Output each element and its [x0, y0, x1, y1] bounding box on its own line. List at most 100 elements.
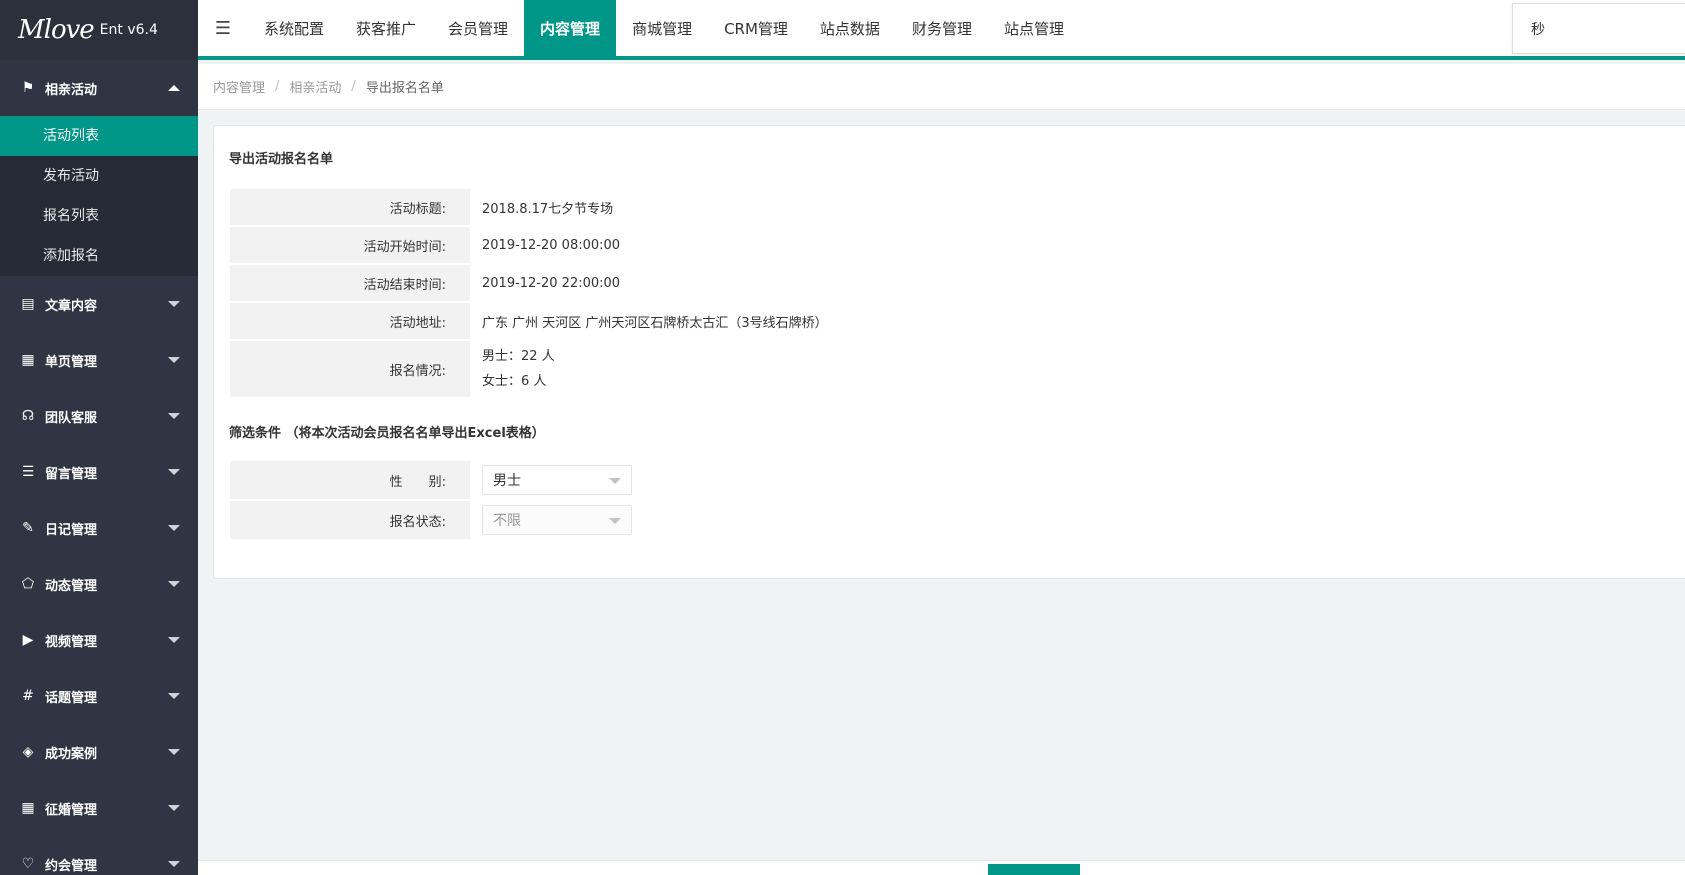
sidebar-group-label: 日记管理 [45, 522, 98, 538]
sidebar-group-matchmaking[interactable]: ▦ 征婚管理 [0, 780, 198, 836]
tab-finance[interactable]: 财务管理 [896, 0, 988, 56]
page-title: 导出活动报名名单 [229, 152, 334, 167]
export-card: 导出活动报名名单 活动标题: 2018.8.17七夕节专场 活动开始时间: 20… [213, 125, 1685, 579]
chevron-down-icon [168, 805, 180, 811]
chevron-down-icon [168, 413, 180, 419]
chevron-down-icon [168, 469, 180, 475]
logo-mark: Mlove [18, 15, 95, 45]
diary-icon: ✎ [22, 520, 34, 536]
signup-stats: 男士：22 人 女士：6 人 [470, 341, 1685, 397]
message-icon: ☰ [21, 464, 35, 480]
gender-select-value: 男士 [493, 473, 521, 489]
field-label: 性 别: [230, 461, 470, 499]
sidebar-group-moments[interactable]: ⬠ 动态管理 [0, 556, 198, 612]
flag-icon: ⚑ [21, 80, 35, 96]
sidebar-group-label: 团队客服 [45, 410, 98, 426]
tab-content[interactable]: 内容管理 [524, 0, 617, 56]
sidebar-group-label: 文章内容 [45, 298, 98, 314]
sidebar-group-pages[interactable]: ▦ 单页管理 [0, 332, 198, 388]
breadcrumb: 内容管理 / 相亲活动 / 导出报名名单 [198, 64, 1685, 110]
sidebar-item-add-signup[interactable]: 添加报名 [0, 236, 198, 276]
submenu: 活动列表 发布活动 报名列表 添加报名 [0, 116, 198, 276]
sidebar-group-label: 征婚管理 [45, 802, 98, 818]
chevron-down-icon [168, 525, 180, 531]
logo[interactable]: Mlove Ent v6.4 [0, 0, 198, 60]
sidebar-item-publish-activity[interactable]: 发布活动 [0, 156, 198, 196]
sidebar-group-label: 视频管理 [45, 634, 98, 650]
sidebar-group-diary[interactable]: ✎ 日记管理 [0, 500, 198, 556]
tab-site-data[interactable]: 站点数据 [804, 0, 896, 56]
field-label: 报名状态: [230, 501, 470, 539]
chevron-down-icon [168, 301, 180, 307]
chevron-down-icon [168, 749, 180, 755]
tab-site-management[interactable]: 站点管理 [988, 0, 1080, 56]
table-row: 报名情况: 男士：22 人 女士：6 人 [230, 341, 1685, 397]
filter-table: 性 别: 男士 报名状态: 不限 [230, 461, 1685, 541]
chevron-down-icon [609, 478, 621, 484]
tab-crm[interactable]: CRM管理 [708, 0, 804, 56]
tab-shop[interactable]: 商城管理 [616, 0, 708, 56]
activity-info-table: 活动标题: 2018.8.17七夕节专场 活动开始时间: 2019-12-20 … [230, 189, 1685, 399]
chevron-down-icon [168, 357, 180, 363]
status-select[interactable]: 不限 [482, 505, 632, 535]
sidebar-group-dates[interactable]: ♡ 约会管理 [0, 836, 198, 875]
sidebar-group-support[interactable]: ☊ 团队客服 [0, 388, 198, 444]
female-count: 女士：6 人 [482, 374, 547, 389]
table-row: 活动结束时间: 2019-12-20 22:00:00 [230, 265, 1685, 301]
field-value: 不限 [470, 501, 1685, 539]
sidebar-group-cases[interactable]: ◈ 成功案例 [0, 724, 198, 780]
tab-promotion[interactable]: 获客推广 [340, 0, 432, 56]
sidebar-group-label: 话题管理 [45, 690, 98, 706]
table-row: 活动地址: 广东 广州 天河区 广州天河区石牌桥太古汇（3号线石牌桥） [230, 303, 1685, 339]
status-select-value: 不限 [493, 513, 521, 529]
sidebar-group-label: 相亲活动 [45, 82, 98, 98]
sidebar-group-video[interactable]: ▶ 视频管理 [0, 612, 198, 668]
sidebar-group-articles[interactable]: ▤ 文章内容 [0, 276, 198, 332]
breadcrumb-item[interactable]: 内容管理 [213, 77, 265, 96]
sidebar-item-signup-list[interactable]: 报名列表 [0, 196, 198, 236]
tab-members[interactable]: 会员管理 [432, 0, 524, 56]
sidebar: Mlove Ent v6.4 ⚑ 相亲活动 活动列表 发布活动 报名列表 添加报… [0, 0, 198, 875]
chevron-down-icon [168, 861, 180, 867]
headset-icon: ☊ [21, 408, 35, 424]
chevron-down-icon [168, 581, 180, 587]
document-icon: ▤ [21, 296, 35, 312]
sidebar-group-label: 留言管理 [45, 466, 98, 482]
breadcrumb-separator: / [275, 79, 280, 94]
field-label: 活动标题: [230, 189, 470, 225]
table-row: 报名状态: 不限 [230, 501, 1685, 539]
moment-icon: ⬠ [21, 576, 35, 592]
field-value: 广东 广州 天河区 广州天河区石牌桥太古汇（3号线石牌桥） [482, 315, 828, 331]
table-row: 活动标题: 2018.8.17七夕节专场 [230, 189, 1685, 225]
hash-icon: # [22, 688, 34, 704]
sidebar-group-label: 单页管理 [45, 354, 98, 370]
male-count: 男士：22 人 [482, 349, 555, 364]
chevron-down-icon [609, 518, 621, 524]
sidebar-group-label: 成功案例 [45, 746, 98, 762]
tab-system-config[interactable]: 系统配置 [248, 0, 340, 56]
breadcrumb-current: 导出报名名单 [365, 81, 444, 96]
field-label: 活动结束时间: [230, 265, 470, 301]
top-search-input[interactable]: 秒 [1512, 3, 1685, 54]
field-label: 报名情况: [230, 341, 470, 397]
footer-bar [198, 860, 1685, 875]
sidebar-item-activity-list[interactable]: 活动列表 [0, 116, 198, 156]
sidebar-group-label: 动态管理 [45, 578, 98, 594]
sidebar-group-topics[interactable]: # 话题管理 [0, 668, 198, 724]
field-value: 男士 [470, 461, 1685, 499]
chevron-up-icon [168, 85, 180, 91]
sidebar-fold-icon[interactable]: ☰ [198, 0, 248, 56]
grid-icon: ▦ [21, 800, 35, 816]
filter-title: 筛选条件 （将本次活动会员报名名单导出Excel表格） [229, 426, 545, 441]
field-value: 2019-12-20 22:00:00 [482, 275, 621, 291]
field-value: 2018.8.17七夕节专场 [482, 201, 614, 217]
sidebar-groups: ▤ 文章内容 ▦ 单页管理 ☊ 团队客服 ☰ 留言管理 ✎ 日记管理 ⬠ 动态管理 ▶ 视频管… [0, 276, 198, 875]
table-row: 活动开始时间: 2019-12-20 08:00:00 [230, 227, 1685, 263]
breadcrumb-item[interactable]: 相亲活动 [289, 77, 341, 96]
export-button[interactable] [988, 864, 1080, 875]
gender-select[interactable]: 男士 [482, 465, 632, 495]
field-value: 2019-12-20 08:00:00 [482, 237, 621, 253]
sidebar-group-dating-activity[interactable]: ⚑ 相亲活动 [0, 60, 198, 116]
layers-icon: ◈ [22, 744, 34, 760]
sidebar-group-messages[interactable]: ☰ 留言管理 [0, 444, 198, 500]
